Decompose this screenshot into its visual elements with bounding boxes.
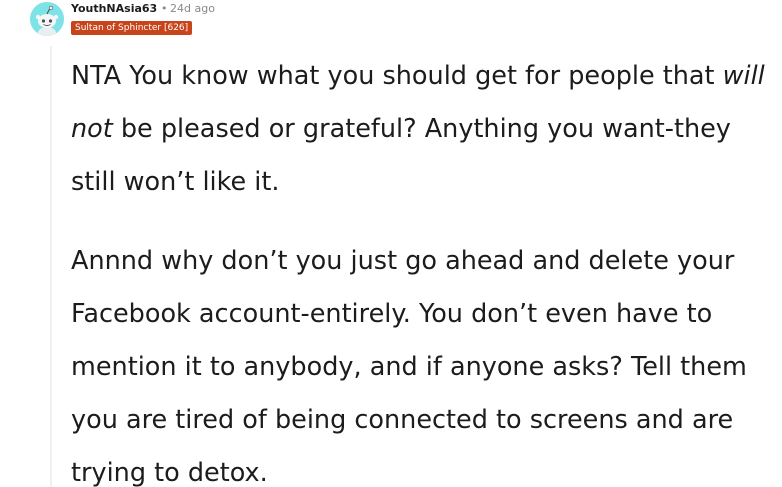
comment-timestamp[interactable]: 24d ago xyxy=(170,2,215,16)
snoo-avatar-icon xyxy=(30,2,64,36)
avatar[interactable] xyxy=(30,2,64,36)
comment-paragraph: Annnd why don’t you just go ahead and de… xyxy=(71,246,747,487)
paragraph-text: be pleased or grateful? Anything you wan… xyxy=(71,114,731,197)
meta-separator: • xyxy=(161,2,168,15)
user-flair-badge: Sultan of Sphincter [626] xyxy=(71,21,193,35)
comment-body: NTA You know what you should get for peo… xyxy=(71,50,771,487)
comment-paragraph: NTA You know what you should get for peo… xyxy=(71,50,771,209)
thread-line[interactable] xyxy=(50,46,52,487)
comment-author-link[interactable]: YouthNAsia63 xyxy=(71,2,157,16)
paragraph-text: NTA You know what you should get for peo… xyxy=(71,61,723,91)
